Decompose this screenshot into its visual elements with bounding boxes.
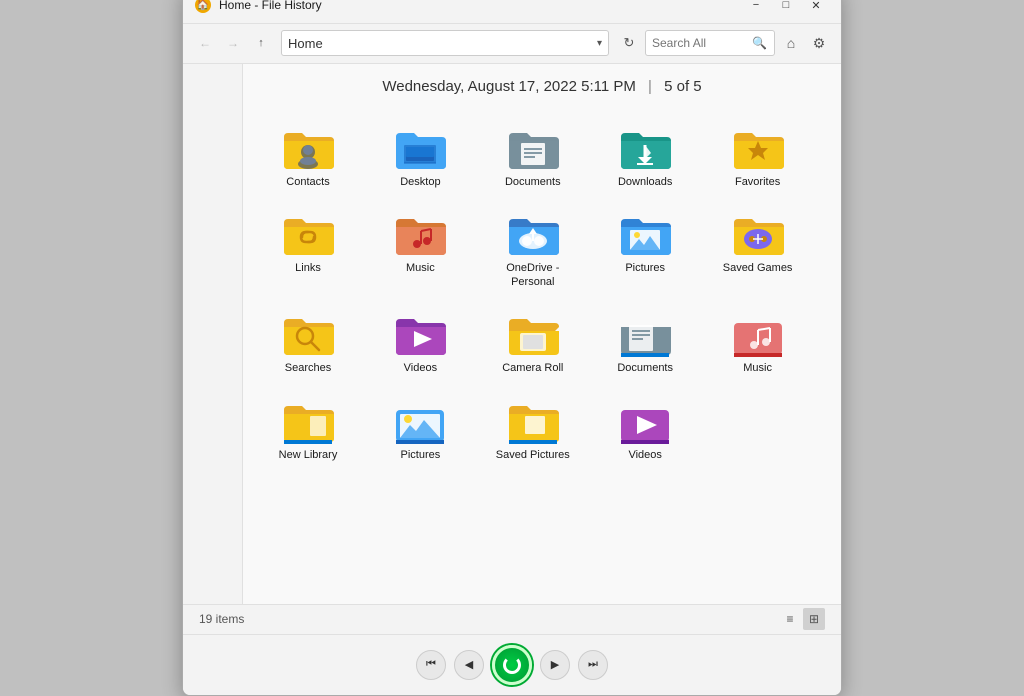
app-icon: 🏠: [195, 0, 211, 13]
savedgames-icon: [730, 209, 786, 257]
music-lib-icon: [730, 309, 786, 357]
folder-documents-lib[interactable]: Documents: [600, 303, 690, 381]
icons-grid: Contacts Desktop: [263, 111, 821, 474]
sidebar: [183, 64, 243, 604]
next-button[interactable]: ▶: [540, 650, 570, 680]
newlibrary-icon: [280, 396, 336, 444]
documents-icon: [505, 123, 561, 171]
onedrive-icon: [505, 209, 561, 257]
bottom-navigation: ⏮ ◀ ▶ ⏭: [183, 634, 841, 695]
home-button[interactable]: ⌂: [779, 31, 803, 55]
first-button[interactable]: ⏮: [416, 650, 446, 680]
up-button[interactable]: ↑: [249, 31, 273, 55]
searches-icon: [280, 309, 336, 357]
address-dropdown-icon[interactable]: ▾: [597, 38, 602, 49]
folder-searches[interactable]: Searches: [263, 303, 353, 381]
desktop-icon: [392, 123, 448, 171]
contacts-icon: [280, 123, 336, 171]
folder-newlibrary[interactable]: New Library: [263, 390, 353, 468]
restore-icon: [503, 656, 521, 674]
folder-downloads[interactable]: Downloads: [600, 117, 690, 195]
pictures-lib-label: Pictures: [401, 448, 441, 462]
links-label: Links: [295, 261, 321, 275]
item-count: 19 items: [199, 612, 244, 626]
pictures-label: Pictures: [625, 261, 665, 275]
search-icon: 🔍: [752, 36, 767, 50]
documents-lib-icon: [617, 309, 673, 357]
toolbar: ← → ↑ ▾ ↻ 🔍 ⌂ ⚙: [183, 24, 841, 64]
title-bar: 🏠 Home - File History − □ ✕: [183, 0, 841, 24]
music-label: Music: [406, 261, 435, 275]
prev-button[interactable]: ◀: [454, 650, 484, 680]
main-window: 🏠 Home - File History − □ ✕ ← → ↑ ▾ ↻ 🔍 …: [182, 0, 842, 696]
newlibrary-label: New Library: [279, 448, 338, 462]
music-lib-label: Music: [743, 361, 772, 375]
forward-button[interactable]: →: [221, 31, 245, 55]
cameraroll-label: Camera Roll: [502, 361, 563, 375]
videos-lib-icon: [617, 396, 673, 444]
back-button[interactable]: ←: [193, 31, 217, 55]
folder-cameraroll[interactable]: Camera Roll: [488, 303, 578, 381]
address-input[interactable]: [288, 36, 597, 51]
folder-links[interactable]: Links: [263, 203, 353, 296]
folder-onedrive[interactable]: OneDrive - Personal: [488, 203, 578, 296]
searches-label: Searches: [285, 361, 331, 375]
links-icon: [280, 209, 336, 257]
cameraroll-icon: [505, 309, 561, 357]
folder-savedgames[interactable]: Saved Games: [713, 203, 803, 296]
window-controls: − □ ✕: [743, 0, 829, 15]
search-box: 🔍: [645, 30, 775, 56]
close-button[interactable]: ✕: [803, 0, 829, 15]
address-bar: ▾: [281, 30, 609, 56]
minimize-button[interactable]: −: [743, 0, 769, 15]
folder-favorites[interactable]: Favorites: [713, 117, 803, 195]
folder-pictures-lib[interactable]: Pictures: [375, 390, 465, 468]
status-bar: 19 items ≡ ⊞: [183, 604, 841, 634]
favorites-icon: [730, 123, 786, 171]
desktop-label: Desktop: [400, 175, 440, 189]
content-area: Wednesday, August 17, 2022 5:11 PM | 5 o…: [183, 64, 841, 604]
version-text: 5 of 5: [664, 78, 702, 95]
videos-label: Videos: [404, 361, 437, 375]
folder-pictures[interactable]: Pictures: [600, 203, 690, 296]
main-content: Wednesday, August 17, 2022 5:11 PM | 5 o…: [243, 64, 841, 604]
search-input[interactable]: [652, 36, 752, 50]
folder-contacts[interactable]: Contacts: [263, 117, 353, 195]
folder-documents[interactable]: Documents: [488, 117, 578, 195]
documents-lib-label: Documents: [617, 361, 673, 375]
last-button[interactable]: ⏭: [578, 650, 608, 680]
date-header: Wednesday, August 17, 2022 5:11 PM | 5 o…: [263, 74, 821, 95]
header-separator: |: [648, 78, 652, 95]
savedpictures-icon: [505, 396, 561, 444]
window-title: Home - File History: [219, 0, 743, 12]
savedgames-label: Saved Games: [723, 261, 793, 275]
onedrive-label: OneDrive - Personal: [493, 261, 573, 290]
folder-savedpictures[interactable]: Saved Pictures: [488, 390, 578, 468]
refresh-button[interactable]: ↻: [617, 31, 641, 55]
folder-videos[interactable]: Videos: [375, 303, 465, 381]
savedpictures-label: Saved Pictures: [496, 448, 570, 462]
folder-videos-lib[interactable]: Videos: [600, 390, 690, 468]
music-folder-icon: [392, 209, 448, 257]
folder-music-lib[interactable]: Music: [713, 303, 803, 381]
settings-button[interactable]: ⚙: [807, 31, 831, 55]
grid-view-button[interactable]: ⊞: [803, 608, 825, 630]
folder-desktop[interactable]: Desktop: [375, 117, 465, 195]
downloads-icon: [617, 123, 673, 171]
folder-music[interactable]: Music: [375, 203, 465, 296]
view-buttons: ≡ ⊞: [779, 608, 825, 630]
restore-button[interactable]: [492, 645, 532, 685]
favorites-label: Favorites: [735, 175, 780, 189]
restore-button[interactable]: □: [773, 0, 799, 15]
contacts-label: Contacts: [286, 175, 329, 189]
pictures-lib-icon: [392, 396, 448, 444]
videos-folder-icon: [392, 309, 448, 357]
documents-label: Documents: [505, 175, 561, 189]
videos-lib-label: Videos: [628, 448, 661, 462]
date-text: Wednesday, August 17, 2022 5:11 PM: [382, 78, 636, 95]
pictures-folder-icon: [617, 209, 673, 257]
list-view-button[interactable]: ≡: [779, 608, 801, 630]
downloads-label: Downloads: [618, 175, 672, 189]
